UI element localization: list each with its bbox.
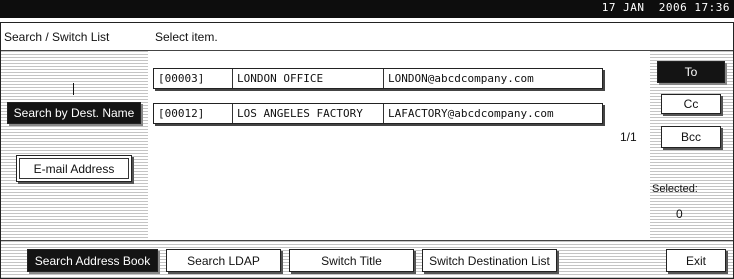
search-address-book-button[interactable]: Search Address Book bbox=[27, 249, 158, 272]
result-row[interactable]: [00003] LONDON OFFICE LONDON@abcdcompany… bbox=[153, 68, 603, 89]
status-bar: 17 JAN 2006 17:36 bbox=[0, 0, 734, 18]
selected-label: Selected: bbox=[652, 183, 698, 195]
cc-button[interactable]: Cc bbox=[661, 94, 721, 114]
selected-count: 0 bbox=[676, 207, 683, 221]
date-time: 17 JAN 2006 17:36 bbox=[601, 1, 730, 14]
page-indicator: 1/1 bbox=[620, 130, 637, 144]
search-ldap-button[interactable]: Search LDAP bbox=[166, 249, 281, 272]
result-row[interactable]: [00012] LOS ANGELES FACTORY LAFACTORY@ab… bbox=[153, 103, 603, 124]
switch-title-button[interactable]: Switch Title bbox=[289, 249, 414, 272]
exit-button[interactable]: Exit bbox=[666, 249, 726, 272]
entry-email: LONDON@abcdcompany.com bbox=[388, 72, 534, 85]
email-address-button[interactable]: E-mail Address bbox=[16, 155, 132, 182]
switch-destination-list-button[interactable]: Switch Destination List bbox=[422, 249, 557, 272]
entry-number: [00012] bbox=[154, 104, 233, 123]
dialog-title: Search / Switch List bbox=[4, 30, 110, 44]
instruction-text: Select item. bbox=[155, 30, 218, 44]
entry-number: [00003] bbox=[154, 69, 233, 88]
to-button[interactable]: To bbox=[657, 61, 725, 83]
text-cursor bbox=[73, 83, 74, 95]
search-by-dest-name-button[interactable]: Search by Dest. Name bbox=[7, 102, 141, 124]
entry-email: LAFACTORY@abcdcompany.com bbox=[388, 107, 554, 120]
entry-name: LOS ANGELES FACTORY bbox=[233, 104, 384, 123]
entry-name: LONDON OFFICE bbox=[233, 69, 384, 88]
bcc-button[interactable]: Bcc bbox=[661, 126, 721, 148]
left-panel bbox=[1, 51, 148, 241]
